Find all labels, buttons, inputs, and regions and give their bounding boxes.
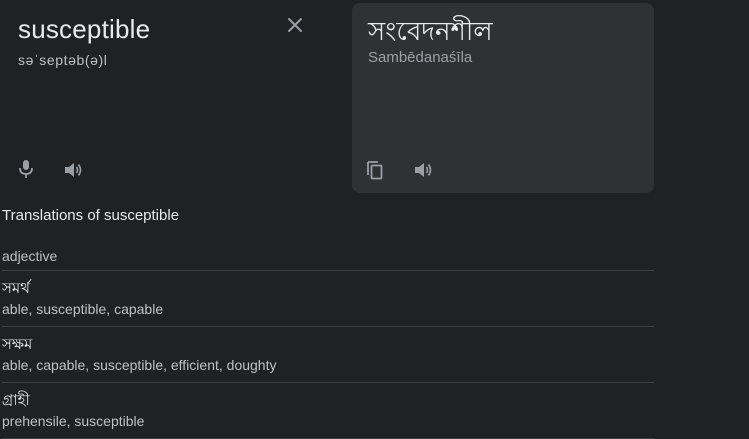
clear-source-button[interactable] [284,14,306,36]
source-phonetic: səˈseptəb(ə)l [18,52,108,68]
translation-transliteration: Sambēdanaśīla [368,49,473,66]
entry-synonyms: prehensile, susceptible [2,413,145,429]
speaker-icon [65,163,82,177]
copy-translation-button[interactable] [364,158,386,182]
speaker-icon [415,163,432,177]
entry-word: সক্ষম [2,335,33,353]
entry-synonyms: able, susceptible, capable [2,301,164,317]
close-icon [288,18,302,32]
translations-section: Translations of susceptible adjective সম… [2,207,654,439]
microphone-button[interactable] [16,158,36,180]
part-of-speech-label: adjective [2,247,654,271]
listen-translation-button[interactable] [412,159,434,181]
translation-entry[interactable]: গ্রাহী prehensile, susceptible [2,383,654,439]
entry-synonyms: able, capable, susceptible, efficient, d… [2,357,277,373]
source-panel: susceptible səˈseptəb(ə)l [0,0,340,195]
listen-source-button[interactable] [62,159,84,181]
translation-entry[interactable]: সক্ষম able, capable, susceptible, effici… [2,327,654,383]
source-text[interactable]: susceptible [18,14,150,45]
translation-entry[interactable]: সমর্থ able, susceptible, capable [2,271,654,327]
translation-panel: সংবেদনশীল Sambēdanaśīla [352,3,654,193]
copy-icon [367,161,383,180]
microphone-icon [19,160,33,178]
entry-word: গ্রাহী [2,391,30,409]
translations-heading: Translations of susceptible [2,207,180,224]
entry-word: সমর্থ [2,279,30,297]
